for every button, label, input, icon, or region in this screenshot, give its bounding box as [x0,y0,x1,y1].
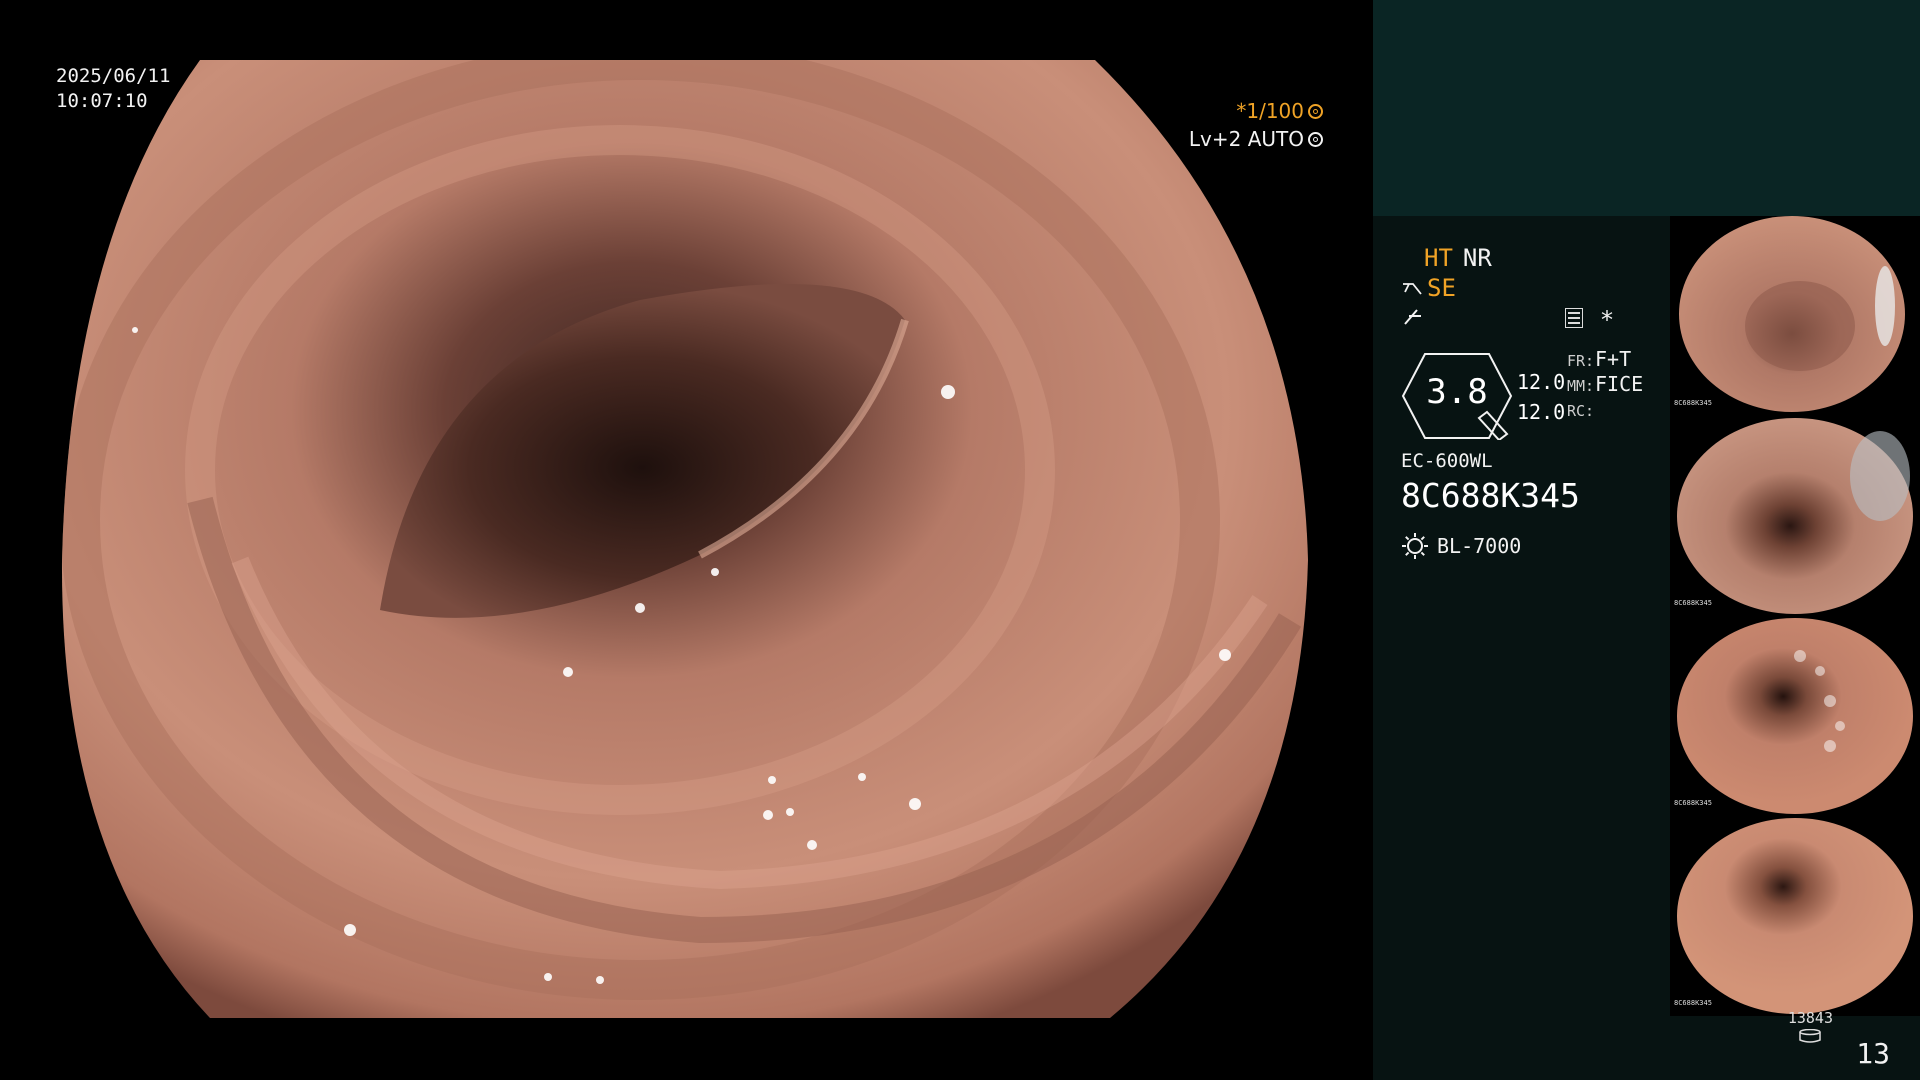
star-marker: * [1601,306,1613,334]
thumbnail-strip: 8C688K345 8C688K345 8C688K345 8C688K345 [1670,216,1920,1016]
image-counter: 13843 [1788,1009,1833,1047]
rc-label: RC: [1567,402,1595,420]
thumbnail-image [1679,216,1905,412]
light-source-text: BL-7000 [1437,534,1522,558]
thumb-serial: 8C688K345 [1674,399,1712,407]
nr-label: NR [1462,244,1492,272]
light-bulb-icon [1402,533,1428,559]
list-icon [1565,308,1583,328]
status-panel: HT NR SE * 3.8 12.0 12.0 FR: F+T MM: FICE… [1373,0,1920,1080]
image-count: 13843 [1787,1009,1833,1027]
mm-value: FICE [1595,372,1644,396]
colon-lumen-image [61,60,1309,1018]
se-enhance-icon [1403,283,1422,295]
ht-label: HT [1424,244,1453,272]
structure-icon [1404,309,1421,325]
thumbnail-2[interactable]: 8C688K345 [1670,416,1920,616]
structure-row [1401,306,1425,336]
se-row: SE [1401,274,1456,302]
light-source-row: BL-7000 [1401,532,1521,560]
shutter-gear-icon [1308,103,1323,119]
scope-serial: 8C688K345 [1401,476,1580,515]
level-readout: Lv+2 AUTO [1189,127,1323,151]
thumbnail-image [1677,818,1913,1014]
thumbnail-image [1677,618,1913,814]
page-number: 13 [1856,1037,1890,1070]
num1: 12.0 [1517,370,1566,394]
date-text: 2025/06/11 [56,65,171,87]
fr-label: FR: [1567,352,1595,370]
scope-model: EC-600WL [1401,450,1493,472]
panel-header-block [1373,0,1920,216]
enhancement-value: 3.8 [1426,372,1488,412]
status-readouts: HT NR SE * 3.8 12.0 12.0 FR: F+T MM: FICE… [1373,216,1670,576]
thumb-serial: 8C688K345 [1674,799,1712,807]
mm-label: MM: [1567,377,1595,395]
thumb-serial: 8C688K345 [1674,599,1712,607]
thumbnail-image [1677,418,1913,614]
thumb-serial: 8C688K345 [1674,999,1712,1007]
endoscope-main-view: 2025/06/11 10:07:10 *1/100 Lv+2 AUTO [0,0,1373,1080]
date-time: 2025/06/11 10:07:10 [56,64,170,114]
thumbnail-1[interactable]: 8C688K345 [1670,216,1920,416]
database-icon [1799,1028,1822,1043]
auto-ring-icon [1308,131,1323,147]
shutter-readout: *1/100 [1236,99,1323,123]
level-text: Lv+2 AUTO [1188,127,1304,151]
se-label: SE [1427,274,1456,302]
time-text: 10:07:10 [56,90,148,112]
fr-value: F+T [1595,347,1632,371]
num2: 12.0 [1517,400,1566,424]
thumbnail-3[interactable]: 8C688K345 [1670,616,1920,816]
thumbnail-4[interactable]: 8C688K345 [1670,816,1920,1016]
ht-nr-row: HT NR [1424,244,1492,272]
shutter-text: *1/100 [1236,99,1304,123]
